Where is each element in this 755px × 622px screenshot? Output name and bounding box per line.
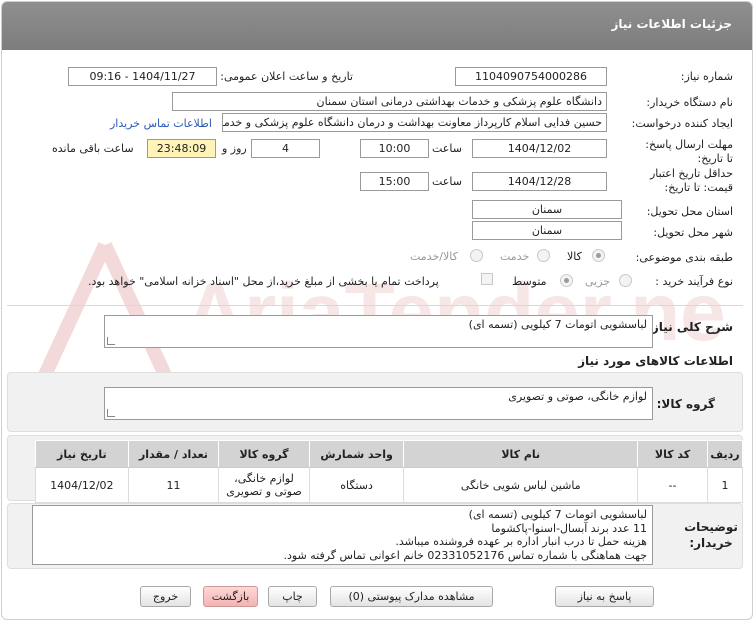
process-medium-label: متوسط	[512, 275, 547, 288]
reply-time-field: 10:00	[360, 139, 429, 158]
items-table: ردیف کد کالا نام کالا واحد شمارش گروه کا…	[35, 440, 743, 503]
window-header: جزئیات اطلاعات نیاز	[2, 2, 752, 50]
general-desc-textarea[interactable]: لباسشویی اتومات 7 کیلویی (تسمه ای)	[104, 315, 653, 348]
reply-button[interactable]: پاسخ به نیاز	[555, 586, 654, 607]
category-service-radio[interactable]	[537, 249, 550, 262]
goods-group-text: لوازم خانگی، صوتی و تصویری	[508, 390, 647, 403]
table-row[interactable]: 1 -- ماشین لباس شویی خانگی دستگاه لوازم …	[35, 467, 743, 503]
buyer-org-field: دانشگاه علوم پزشکی و خدمات بهداشتی درمان…	[172, 92, 607, 111]
note-line: هزینه حمل تا درب انبار اداره بر عهده فرو…	[395, 535, 647, 548]
cell-qty: 11	[127, 467, 220, 503]
cell-unit: دستگاه	[308, 467, 405, 503]
remaining-label: ساعت باقی مانده	[52, 142, 134, 155]
validity-time-label: ساعت	[432, 175, 462, 188]
print-button[interactable]: چاپ	[268, 586, 317, 607]
page-title: جزئیات اطلاعات نیاز	[611, 17, 732, 31]
category-label: طبقه بندی موضوعی:	[635, 251, 733, 264]
requester-label: ایجاد کننده درخواست:	[631, 117, 733, 130]
price-validity-label: حداقل تاریخ اعتبار قیمت: تا تاریخ:	[649, 167, 733, 194]
category-goods-service-label: کالا/خدمت	[410, 250, 458, 263]
reply-date-field: 1404/12/02	[472, 139, 607, 158]
category-goods-label: کالا	[567, 250, 582, 263]
category-goods-service-radio[interactable]	[470, 249, 483, 262]
resize-grip-icon[interactable]	[107, 409, 115, 417]
delivery-province-label: استان محل تحویل:	[646, 205, 733, 218]
col-group: گروه کالا	[218, 440, 310, 468]
process-medium-radio[interactable]	[560, 274, 573, 287]
col-date: تاریخ نیاز	[35, 440, 129, 468]
cell-code: --	[637, 467, 709, 503]
cell-row: 1	[707, 467, 743, 503]
note-line: 11 عدد برند آبسال-اسنوا-پاکشوما	[491, 521, 647, 535]
validity-date-field: 1404/12/28	[472, 172, 607, 191]
need-number-field: 1104090754000286	[455, 67, 607, 86]
view-attachments-button[interactable]: مشاهده مدارک پیوستی (0)	[330, 586, 493, 607]
payment-note: پرداخت تمام یا بخشی از مبلغ خرید،از محل …	[88, 275, 439, 288]
cell-date: 1404/12/02	[35, 467, 129, 503]
remaining-time-field: 23:48:09	[147, 139, 216, 158]
col-name: نام کالا	[403, 440, 639, 468]
general-desc-label: شرح کلی نیاز:	[647, 320, 733, 334]
reply-days-field: 4	[251, 139, 320, 158]
buyer-notes-label: توضیحات خریدار:	[684, 520, 738, 550]
cell-name: ماشین لباس شویی خانگی	[403, 467, 639, 503]
process-type-label: نوع فرآیند خرید :	[655, 275, 733, 288]
cell-group: لوازم خانگی، صوتی و تصویری	[218, 467, 310, 503]
category-service-label: خدمت	[500, 250, 530, 263]
treasury-payment-checkbox[interactable]	[481, 273, 493, 285]
buyer-contact-link[interactable]: اطلاعات تماس خریدار	[110, 117, 212, 130]
general-desc-text: لباسشویی اتومات 7 کیلویی (تسمه ای)	[468, 318, 647, 331]
note-line: جهت هماهنگی با شماره تماس 02331052176 خا…	[283, 548, 647, 562]
col-row: ردیف	[707, 440, 743, 468]
process-partial-radio[interactable]	[619, 274, 632, 287]
validity-time-field: 15:00	[360, 172, 429, 191]
process-partial-label: جزیی	[585, 275, 611, 288]
buyer-notes-textarea[interactable]: لباسشویی اتومات 7 کیلویی (تسمه ای) 11 عد…	[32, 505, 653, 565]
announce-datetime-field: 1404/11/27 - 09:16	[68, 67, 217, 86]
category-goods-radio[interactable]	[592, 249, 605, 262]
goods-group-label: گروه کالا:	[656, 397, 715, 411]
requester-field: حسین فدایی اسلام کارپرداز معاونت بهداشت …	[222, 113, 607, 132]
day-and-label: روز و	[222, 142, 247, 155]
reply-time-label: ساعت	[432, 142, 462, 155]
delivery-province-field: سمنان	[472, 200, 622, 219]
resize-grip-icon[interactable]	[107, 337, 115, 345]
section-divider	[7, 305, 743, 306]
back-button[interactable]: بازگشت	[203, 586, 258, 607]
need-number-label: شماره نیاز:	[680, 70, 733, 83]
note-line: لباسشویی اتومات 7 کیلویی (تسمه ای)	[468, 508, 647, 521]
exit-button[interactable]: خروج	[140, 586, 191, 607]
col-unit: واحد شمارش	[308, 440, 405, 468]
goods-group-textarea[interactable]: لوازم خانگی، صوتی و تصویری	[104, 387, 653, 420]
buyer-org-label: نام دستگاه خریدار:	[646, 96, 733, 109]
col-qty: تعداد / مقدار	[127, 440, 220, 468]
announce-datetime-label: تاریخ و ساعت اعلان عمومی:	[220, 70, 353, 83]
col-code: کد کالا	[637, 440, 709, 468]
delivery-city-label: شهر محل تحویل:	[653, 226, 733, 239]
reply-deadline-label: مهلت ارسال پاسخ: تا تاریخ:	[645, 138, 733, 165]
delivery-city-field: سمنان	[472, 221, 622, 240]
goods-info-title: اطلاعات کالاهای مورد نیاز	[578, 354, 733, 368]
